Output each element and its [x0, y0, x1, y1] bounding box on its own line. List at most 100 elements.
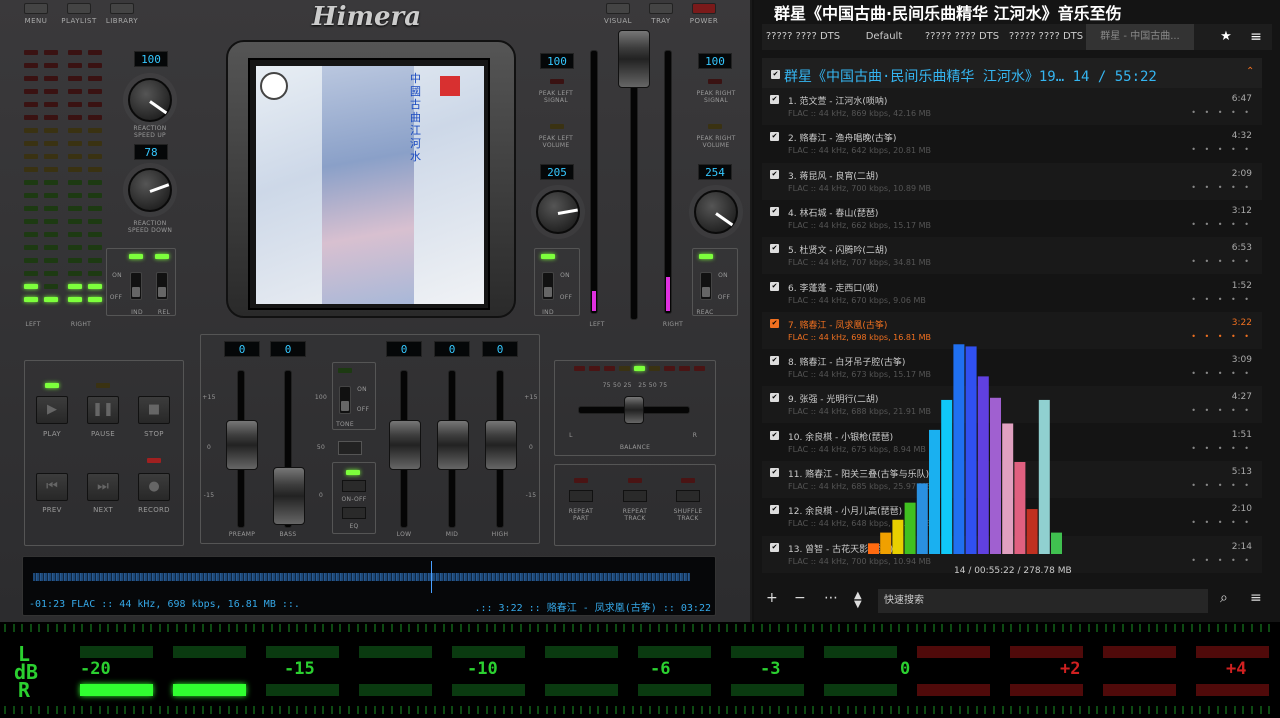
next-button[interactable]: ⏭ [87, 473, 119, 501]
bass-slider[interactable] [273, 467, 305, 525]
repeat-part-button[interactable] [569, 490, 593, 502]
tone-on-label: ON [357, 386, 367, 393]
collapse-icon[interactable]: ⌃ [1246, 66, 1254, 77]
balance-slider[interactable] [624, 396, 644, 424]
right-volume-knob[interactable] [694, 190, 738, 234]
list-menu-icon[interactable]: ≡ [1250, 590, 1262, 606]
track-rating[interactable]: • • • • • [1191, 108, 1252, 117]
eq-button[interactable] [342, 507, 366, 519]
meter-left-segment [266, 646, 339, 658]
track-row[interactable]: ✔ 5. 杜贤文 - 闪腾吟(二胡) FLAC :: 44 kHz, 707 kbp… [762, 237, 1262, 275]
meter-tick [958, 706, 961, 714]
meter-tick [64, 624, 67, 632]
track-checkbox[interactable]: ✔ [770, 468, 779, 477]
track-rating[interactable]: • • • • • [1191, 481, 1252, 490]
add-icon[interactable]: + [766, 590, 778, 606]
tab-1[interactable]: ????? ???? DTS [762, 24, 844, 50]
waveform-seek-bar[interactable]: -01:23 FLAC :: 44 kHz, 698 kbps, 16.81 M… [22, 556, 716, 616]
track-checkbox[interactable]: ✔ [770, 281, 779, 291]
track-checkbox[interactable]: ✔ [770, 244, 779, 254]
library-button[interactable] [110, 3, 134, 14]
prev-button[interactable]: ⏮ [36, 473, 68, 501]
meter-tick [726, 706, 729, 714]
tab-4[interactable]: ????? ???? DTS [1008, 24, 1084, 50]
tab-3[interactable]: ????? ???? DTS [922, 24, 1002, 50]
tone-reset-button[interactable] [338, 441, 362, 455]
menu-icon[interactable]: ≡ [1244, 24, 1268, 50]
stop-button[interactable]: ■ [138, 396, 170, 424]
preamp-slider[interactable] [226, 420, 258, 470]
meter-tick [1233, 624, 1236, 632]
track-rating[interactable]: • • • • • [1191, 406, 1252, 415]
track-row[interactable]: ✔ 1. 范文萱 - 江河水(唢呐) FLAC :: 44 kHz, 869 kbp… [762, 88, 1262, 125]
track-checkbox[interactable]: ✔ [770, 206, 779, 216]
ind-switch[interactable] [130, 272, 142, 300]
track-checkbox[interactable]: ✔ [770, 393, 779, 403]
pause-button[interactable]: ❚❚ [87, 396, 119, 424]
track-rating[interactable]: • • • • • [1191, 369, 1252, 378]
mid-slider[interactable] [437, 420, 469, 470]
sort-icon[interactable]: ▲ ▼ [854, 591, 862, 610]
meter-tick [468, 624, 471, 632]
track-checkbox[interactable]: ✔ [770, 356, 779, 366]
search-icon[interactable]: ⌕ [1220, 590, 1228, 606]
master-volume-fader[interactable] [618, 30, 650, 88]
record-button[interactable]: ● [138, 473, 170, 501]
left-volume-knob[interactable] [536, 190, 580, 234]
tray-button[interactable] [649, 3, 673, 14]
track-rating[interactable]: • • • • • [1191, 332, 1252, 341]
eq-label: EQ [349, 523, 359, 530]
album-cover: 中國古曲 江河水 [256, 66, 484, 304]
track-rating[interactable]: • • • • • [1191, 295, 1252, 304]
high-slider[interactable] [485, 420, 517, 470]
meter-tick [47, 706, 49, 714]
rel-switch[interactable] [156, 272, 168, 300]
meter-tick [502, 624, 505, 632]
tab-default[interactable]: Default [848, 24, 920, 50]
track-row[interactable]: ✔ 3. 蒋昆风 - 良宵(二胡) FLAC :: 44 kHz, 700 kbps… [762, 162, 1262, 200]
track-checkbox[interactable]: ✔ [770, 430, 779, 440]
menu-button[interactable] [24, 3, 48, 14]
track-rating[interactable]: • • • • • [1191, 257, 1252, 266]
track-row[interactable]: ✔ 6. 李蓬蓬 - 走西口(唢) FLAC :: 44 kHz, 670 kbps… [762, 275, 1262, 312]
track-checkbox[interactable]: ✔ [770, 132, 779, 142]
track-checkbox[interactable]: ✔ [770, 169, 779, 179]
meter-tick [915, 624, 918, 632]
shuffle-track-button[interactable] [676, 490, 700, 502]
level-led [24, 154, 38, 159]
play-button[interactable]: ▶ [36, 396, 68, 424]
playlist-button[interactable] [67, 3, 91, 14]
left-ind-switch[interactable] [542, 272, 554, 300]
more-icon[interactable]: ⋯ [824, 590, 838, 606]
track-row[interactable]: ✔ 4. 林石城 - 春山(琵琶) FLAC :: 44 kHz, 662 kbps… [762, 200, 1262, 237]
speed-up-knob[interactable] [128, 78, 172, 122]
header-checkbox[interactable]: ✔ [771, 70, 780, 79]
track-checkbox[interactable]: ✔ [770, 542, 779, 552]
track-checkbox[interactable]: ✔ [770, 505, 779, 515]
repeat-track-button[interactable] [623, 490, 647, 502]
search-input[interactable]: 快速搜索 [878, 589, 1208, 613]
visual-button[interactable] [606, 3, 630, 14]
meter-tick [1096, 706, 1099, 714]
speed-down-knob[interactable] [128, 168, 172, 212]
meter-tick [649, 706, 651, 714]
track-rating[interactable]: • • • • • [1191, 183, 1252, 192]
tone-switch[interactable] [339, 386, 351, 414]
track-rating[interactable]: • • • • • [1191, 220, 1252, 229]
track-checkbox[interactable]: ✔ [770, 318, 779, 328]
track-rating[interactable]: • • • • • [1191, 444, 1252, 453]
track-checkbox[interactable]: ✔ [770, 95, 779, 104]
track-rating[interactable]: • • • • • [1191, 556, 1252, 565]
track-rating[interactable]: • • • • • [1191, 518, 1252, 527]
star-icon[interactable]: ★ [1214, 24, 1238, 50]
tab-active[interactable]: 群星 - 中国古曲... [1086, 24, 1194, 50]
track-rating[interactable]: • • • • • [1191, 145, 1252, 154]
eq-onoff-button[interactable] [342, 480, 366, 492]
power-button[interactable] [692, 3, 716, 14]
low-slider[interactable] [389, 420, 421, 470]
right-reac-switch[interactable] [700, 272, 712, 300]
remove-icon[interactable]: − [794, 590, 806, 606]
meter-tick [640, 624, 643, 632]
peak-right-volume-label: PEAK RIGHT VOLUME [696, 135, 736, 149]
track-row[interactable]: ✔ 2. 赂春江 - 渔舟唱晚(古筝) FLAC :: 44 kHz, 642 kb… [762, 125, 1262, 162]
